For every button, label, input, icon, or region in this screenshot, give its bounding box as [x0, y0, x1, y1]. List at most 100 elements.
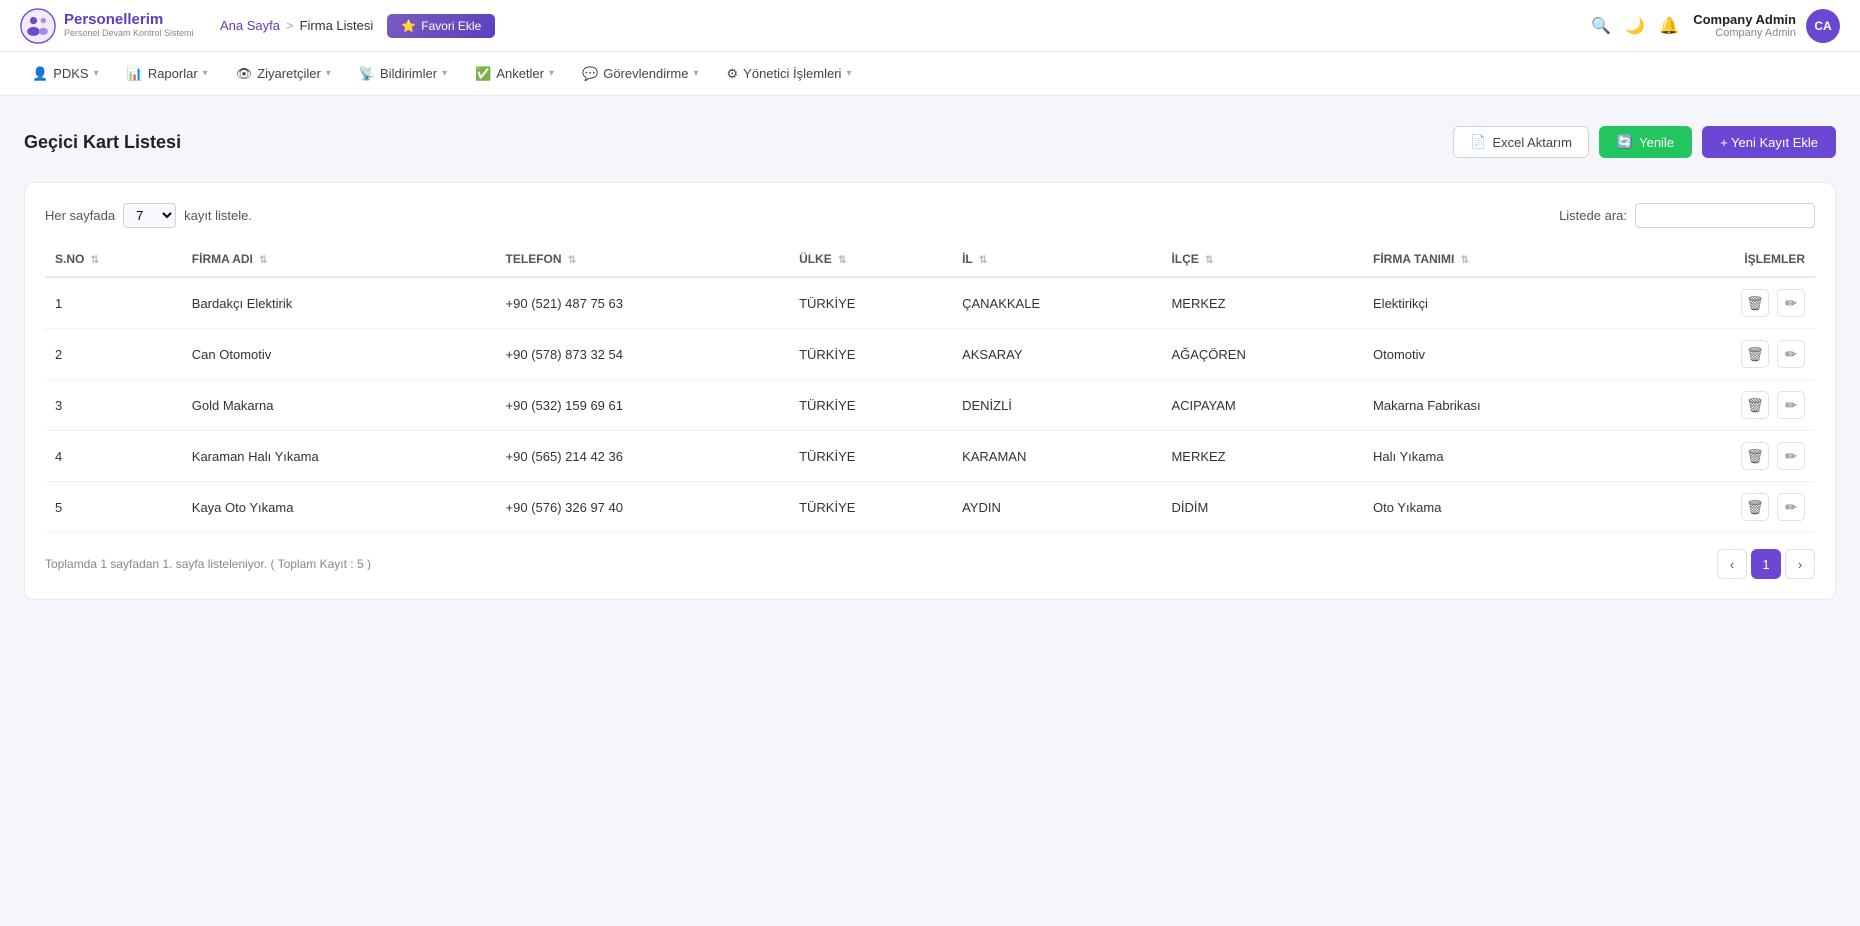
delete-button-3[interactable]: 🗑 [1741, 442, 1769, 470]
pagination: ‹ 1 › [1717, 549, 1815, 579]
col-ilce[interactable]: İLÇE ⇅ [1161, 242, 1363, 277]
gorev-icon: 💬 [582, 66, 598, 82]
cell-ilce: DİDİM [1161, 482, 1363, 533]
search-input[interactable] [1635, 203, 1815, 228]
yonetici-icon: ⚙ [727, 66, 739, 82]
logo-sub: Personel Devam Kontrol Sistemi [64, 29, 194, 39]
per-page-suffix: kayıt listele. [184, 208, 252, 223]
breadcrumb-sep: > [286, 18, 294, 33]
refresh-button[interactable]: 🔄 Yenile [1599, 126, 1692, 158]
cell-sno: 3 [45, 380, 182, 431]
nav-label-gorevlendirme: Görevlendirme [603, 66, 688, 81]
topbar-right: 🔍 🌙 🔔 Company Admin Company Admin CA [1591, 9, 1840, 43]
cell-sno: 2 [45, 329, 182, 380]
col-sno[interactable]: S.NO ⇅ [45, 242, 182, 277]
cell-firma-tanimi: Makarna Fabrikası [1363, 380, 1636, 431]
nav-label-pdks: PDKS [53, 66, 88, 81]
nav-item-anketler[interactable]: ✅ Anketler ▾ [463, 60, 566, 88]
cell-sno: 4 [45, 431, 182, 482]
excel-label: Excel Aktarım [1492, 135, 1571, 150]
nav-item-pdks[interactable]: 👤 PDKS ▾ [20, 60, 111, 88]
avatar[interactable]: CA [1806, 9, 1840, 43]
page-header: Geçici Kart Listesi 📄 Excel Aktarım 🔄 Ye… [24, 126, 1836, 158]
cell-ilce: MERKEZ [1161, 277, 1363, 329]
cell-il: AYDIN [952, 482, 1161, 533]
cell-telefon: +90 (565) 214 42 36 [496, 431, 790, 482]
delete-button-0[interactable]: 🗑 [1741, 289, 1769, 317]
cell-firma-tanimi: Otomotiv [1363, 329, 1636, 380]
table-footer: Toplamda 1 sayfadan 1. sayfa listeleniyo… [45, 549, 1815, 579]
nav-item-yonetici[interactable]: ⚙ Yönetici İşlemleri ▾ [715, 60, 864, 88]
delete-button-1[interactable]: 🗑 [1741, 340, 1769, 368]
cell-il: DENİZLİ [952, 380, 1161, 431]
nav-item-raporlar[interactable]: 📊 Raporlar ▾ [115, 60, 220, 88]
raporlar-icon: 📊 [127, 66, 143, 82]
delete-button-4[interactable]: 🗑 [1741, 493, 1769, 521]
cell-firma-adi: Bardakçı Elektirik [182, 277, 496, 329]
edit-button-3[interactable]: ✏ [1777, 442, 1805, 470]
page-1-button[interactable]: 1 [1751, 549, 1781, 579]
nav-item-ziyaretciler[interactable]: 👁 Ziyaretçiler ▾ [224, 60, 343, 88]
next-page-button[interactable]: › [1785, 549, 1815, 579]
cell-sno: 5 [45, 482, 182, 533]
search-label: Listede ara: [1559, 208, 1627, 223]
cell-telefon: +90 (578) 873 32 54 [496, 329, 790, 380]
breadcrumb-home[interactable]: Ana Sayfa [220, 18, 280, 33]
cell-ulke: TÜRKİYE [789, 482, 952, 533]
table-body: 1 Bardakçı Elektirik +90 (521) 487 75 63… [45, 277, 1815, 533]
search-icon[interactable]: 🔍 [1591, 16, 1611, 36]
edit-button-4[interactable]: ✏ [1777, 493, 1805, 521]
prev-page-button[interactable]: ‹ [1717, 549, 1747, 579]
data-table: S.NO ⇅ FİRMA ADI ⇅ TELEFON ⇅ ÜLKE ⇅ İL ⇅… [45, 242, 1815, 533]
nav-item-gorevlendirme[interactable]: 💬 Görevlendirme ▾ [570, 60, 710, 88]
edit-button-0[interactable]: ✏ [1777, 289, 1805, 317]
table-header: S.NO ⇅ FİRMA ADI ⇅ TELEFON ⇅ ÜLKE ⇅ İL ⇅… [45, 242, 1815, 277]
notification-icon[interactable]: 🔔 [1659, 16, 1679, 36]
table-row: 5 Kaya Oto Yıkama +90 (576) 326 97 40 TÜ… [45, 482, 1815, 533]
cell-il: AKSARAY [952, 329, 1161, 380]
per-page-select[interactable]: 7 10 25 50 [123, 203, 176, 228]
edit-button-1[interactable]: ✏ [1777, 340, 1805, 368]
cell-sno: 1 [45, 277, 182, 329]
nav-label-bildirimler: Bildirimler [380, 66, 437, 81]
cell-ilce: AĞAÇÖREN [1161, 329, 1363, 380]
edit-button-2[interactable]: ✏ [1777, 391, 1805, 419]
delete-button-2[interactable]: 🗑 [1741, 391, 1769, 419]
user-area: Company Admin Company Admin CA [1693, 9, 1840, 43]
chevron-down-icon-2: ▾ [203, 68, 208, 79]
col-firma-adi[interactable]: FİRMA ADI ⇅ [182, 242, 496, 277]
ziyaretci-icon: 👁 [236, 66, 253, 82]
cell-telefon: +90 (521) 487 75 63 [496, 277, 790, 329]
cell-firma-tanimi: Halı Yıkama [1363, 431, 1636, 482]
favori-button[interactable]: ⭐ Favori Ekle [387, 14, 495, 38]
table-row: 4 Karaman Halı Yıkama +90 (565) 214 42 3… [45, 431, 1815, 482]
cell-ilce: ACIPAYAM [1161, 380, 1363, 431]
col-firma-tanimi[interactable]: FİRMA TANIMI ⇅ [1363, 242, 1636, 277]
refresh-label: Yenile [1639, 135, 1674, 150]
add-record-button[interactable]: + Yeni Kayıt Ekle [1702, 126, 1836, 158]
cell-il: KARAMAN [952, 431, 1161, 482]
col-telefon[interactable]: TELEFON ⇅ [496, 242, 790, 277]
per-page-control: Her sayfada 7 10 25 50 kayıt listele. [45, 203, 252, 228]
favori-label: Favori Ekle [421, 19, 481, 33]
cell-il: ÇANAKKALE [952, 277, 1161, 329]
bildirim-icon: 📡 [359, 66, 375, 82]
cell-firma-tanimi: Oto Yıkama [1363, 482, 1636, 533]
table-controls: Her sayfada 7 10 25 50 kayıt listele. Li… [45, 203, 1815, 228]
chevron-down-icon-7: ▾ [846, 68, 851, 79]
theme-icon[interactable]: 🌙 [1625, 16, 1645, 36]
nav-item-bildirimler[interactable]: 📡 Bildirimler ▾ [347, 60, 459, 88]
col-il[interactable]: İL ⇅ [952, 242, 1161, 277]
chevron-down-icon-5: ▾ [549, 68, 554, 79]
add-label: + Yeni Kayıt Ekle [1720, 135, 1818, 150]
refresh-icon: 🔄 [1617, 134, 1633, 150]
cell-firma-adi: Gold Makarna [182, 380, 496, 431]
cell-ulke: TÜRKİYE [789, 329, 952, 380]
logo-area: Personellerim Personel Devam Kontrol Sis… [20, 8, 200, 44]
col-ulke[interactable]: ÜLKE ⇅ [789, 242, 952, 277]
cell-ulke: TÜRKİYE [789, 431, 952, 482]
excel-button[interactable]: 📄 Excel Aktarım [1453, 126, 1589, 158]
chevron-down-icon-6: ▾ [693, 68, 698, 79]
cell-firma-adi: Can Otomotiv [182, 329, 496, 380]
cell-firma-tanimi: Elektirikçi [1363, 277, 1636, 329]
